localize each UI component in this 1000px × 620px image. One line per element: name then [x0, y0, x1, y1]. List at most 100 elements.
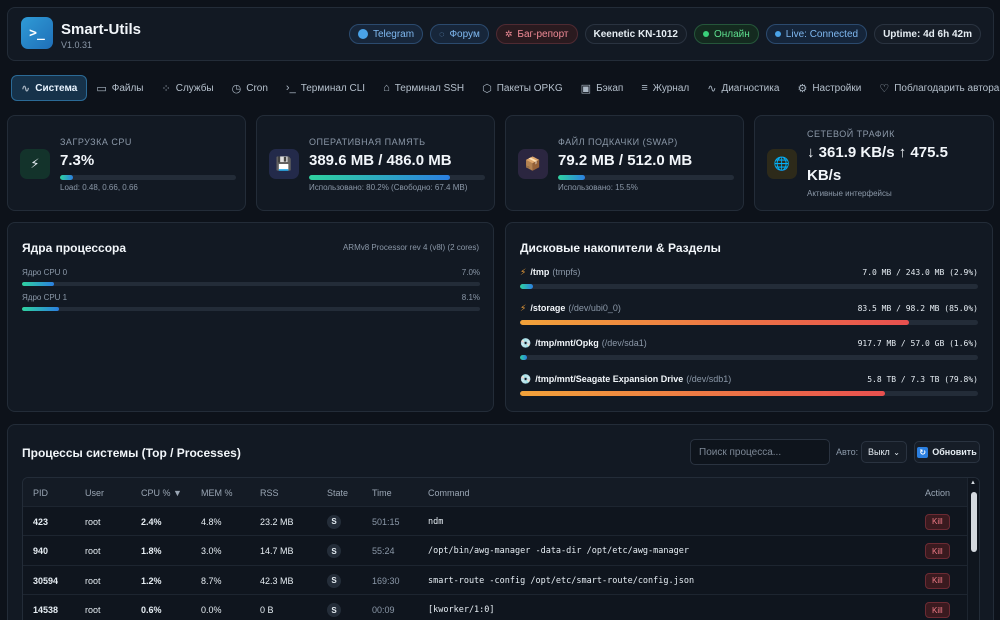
- column-header[interactable]: MEM %: [201, 478, 233, 507]
- disks-title: Дисковые накопители & Разделы: [520, 241, 721, 255]
- state-cell: S: [327, 507, 341, 536]
- kill-button[interactable]: Kill: [925, 513, 950, 530]
- column-header[interactable]: CPU % ▼: [141, 478, 182, 507]
- swap-card: 📦 ФАЙЛ ПОДКАЧКИ (SWAP) 79.2 MB / 512.0 M…: [505, 115, 744, 211]
- tab-icon: ⚙: [797, 82, 808, 95]
- tab-icon: ∿: [707, 82, 717, 95]
- disk-usage-bar: [520, 284, 978, 289]
- disk-icon: ⚡: [520, 302, 527, 313]
- mem-cell: 3.0%: [201, 546, 222, 556]
- refresh-button[interactable]: ↻ Обновить: [914, 441, 980, 463]
- column-header[interactable]: RSS: [260, 478, 279, 507]
- tab-label: Терминал CLI: [300, 82, 366, 94]
- swap-value: 79.2 MB / 512.0 MB: [558, 152, 693, 169]
- table-row: 14538 root 0.6% 0.0% 0 B S 00:09 [kworker/1:0] K…: [23, 596, 968, 620]
- cpu-cores-title: Ядра процессора: [22, 241, 127, 255]
- ram-value: 389.6 MB / 486.0 MB: [309, 152, 452, 169]
- tab-10[interactable]: ⚙ Настройки: [788, 75, 870, 101]
- column-header[interactable]: Time: [372, 478, 392, 507]
- table-header: PID User CPU % ▼ MEM % RSS State Time Command Ac…: [23, 478, 968, 507]
- mem-cell: 8.7%: [201, 575, 222, 586]
- online-label: Онлайн: [713, 28, 750, 40]
- kill-button[interactable]: Kill: [925, 602, 950, 618]
- mem-cell: 0.0%: [201, 605, 222, 615]
- ram-bar: [309, 175, 485, 180]
- network-traffic-value: ↓ 361.9 KB/s ↑ 475.5: [807, 144, 948, 161]
- state-cell: S: [327, 566, 341, 595]
- tab-0[interactable]: ∿ Система: [11, 75, 88, 101]
- tab-label: Поблагодарить автора: [894, 82, 1000, 94]
- cpu-core-bar: [22, 307, 480, 311]
- app-version: V1.0.31: [61, 40, 93, 50]
- uptime-badge: Uptime: 4d 6h 42m: [874, 24, 981, 44]
- tab-4[interactable]: ›_ Терминал CLI: [277, 75, 374, 101]
- disk-icon: 💿: [520, 373, 532, 384]
- network-traffic-value-unit: KB/s: [807, 167, 842, 184]
- command-cell: /opt/bin/awg-manager -data-dir /opt/etc/…: [428, 546, 689, 556]
- tab-11[interactable]: ♡ Поблагодарить автора: [870, 75, 1000, 101]
- tab-icon: ◷: [231, 82, 242, 95]
- state-badge: S: [327, 544, 341, 558]
- disk-mount-point: /tmp: [530, 267, 550, 277]
- tab-icon: ∿: [21, 82, 31, 95]
- action-cell: Kill: [925, 596, 950, 620]
- tab-9[interactable]: ∿ Диагностика: [698, 75, 788, 101]
- cpu-load-label: ЗАГРУЗКА CPU: [60, 137, 132, 147]
- column-header[interactable]: User: [85, 478, 104, 507]
- cpu-cell: 1.8%: [141, 546, 162, 556]
- refresh-icon: ↻: [917, 446, 929, 458]
- column-header[interactable]: Action: [925, 478, 950, 507]
- swap-label: ФАЙЛ ПОДКАЧКИ (SWAP): [558, 137, 678, 147]
- tab-label: Диагностика: [721, 82, 780, 94]
- package-icon: 📦: [518, 149, 548, 179]
- forum-link[interactable]: ◌ Форум: [430, 24, 489, 44]
- scrollbar-thumb[interactable]: [971, 492, 977, 552]
- column-header[interactable]: State: [327, 478, 348, 507]
- cpu-core-value: 7.0%: [461, 268, 480, 277]
- column-header[interactable]: PID: [33, 478, 48, 507]
- tab-6[interactable]: ⬡ Пакеты OPKG: [473, 75, 572, 101]
- ram-usage-detail: Использовано: 80.2% (Свободно: 67.4 MB): [309, 183, 468, 192]
- cpu-cell: 1.2%: [141, 575, 162, 586]
- ram-label: ОПЕРАТИВНАЯ ПАМЯТЬ: [309, 137, 426, 147]
- user-cell: root: [85, 516, 101, 527]
- table-row: 30594 root 1.2% 8.7% 42.3 MB S 169:30 smart-rou…: [23, 566, 968, 595]
- state-badge: S: [327, 514, 341, 529]
- bug-report-link[interactable]: ✲ Баг-репорт: [495, 24, 578, 44]
- disk-usage-bar-fill: [520, 355, 528, 360]
- disk-mount-point: /tmp/mnt/Seagate Expansion Drive: [535, 373, 684, 384]
- command-cell: ndm: [428, 516, 444, 527]
- cpu-core-bar: [22, 282, 480, 286]
- cpu-cell: 0.6%: [141, 605, 162, 615]
- kill-button[interactable]: Kill: [925, 572, 950, 589]
- user-cell: root: [85, 605, 101, 615]
- cpu-cores-panel: Ядра процессора ARMv8 Processor rev 4 (v…: [7, 222, 494, 412]
- swap-bar-fill: [558, 175, 586, 180]
- table-scrollbar[interactable]: ▲: [967, 478, 979, 620]
- auto-refresh-select[interactable]: Выкл ⌄: [861, 441, 907, 463]
- column-header[interactable]: Command: [428, 478, 470, 507]
- swap-usage-detail: Использовано: 15.5%: [558, 183, 638, 192]
- terminal-logo-icon: >_: [21, 17, 53, 49]
- tab-7[interactable]: ▣ Бэкап: [572, 75, 633, 101]
- tab-label: Пакеты OPKG: [496, 82, 563, 94]
- process-search-input[interactable]: [690, 439, 830, 465]
- tab-3[interactable]: ◷ Cron: [223, 75, 277, 101]
- processes-title: Процессы системы (Top / Processes): [22, 446, 241, 460]
- active-interfaces-label: Активные интерфейсы: [807, 189, 892, 198]
- scroll-up-icon[interactable]: ▲: [970, 480, 976, 486]
- tab-1[interactable]: ▭ Файлы: [87, 75, 152, 101]
- cpu-load-bar: [60, 175, 236, 180]
- disk-usage-value: 7.0 MB / 243.0 MB (2.9%): [862, 268, 978, 277]
- tab-icon: ♡: [879, 82, 890, 95]
- kill-button[interactable]: Kill: [925, 543, 950, 559]
- rss-cell: 14.7 MB: [260, 546, 294, 556]
- pid-cell: 30594: [33, 575, 59, 586]
- tab-8[interactable]: ≡ Журнал: [632, 75, 698, 101]
- disk-usage-bar: [520, 355, 978, 360]
- tab-5[interactable]: ⌂ Терминал SSH: [374, 75, 473, 101]
- tab-2[interactable]: ⁘ Службы: [153, 75, 223, 101]
- rss-cell: 23.2 MB: [260, 516, 294, 527]
- cpu-core-row: Ядро CPU 1 8.1%: [22, 293, 480, 311]
- telegram-link[interactable]: Telegram: [348, 24, 424, 44]
